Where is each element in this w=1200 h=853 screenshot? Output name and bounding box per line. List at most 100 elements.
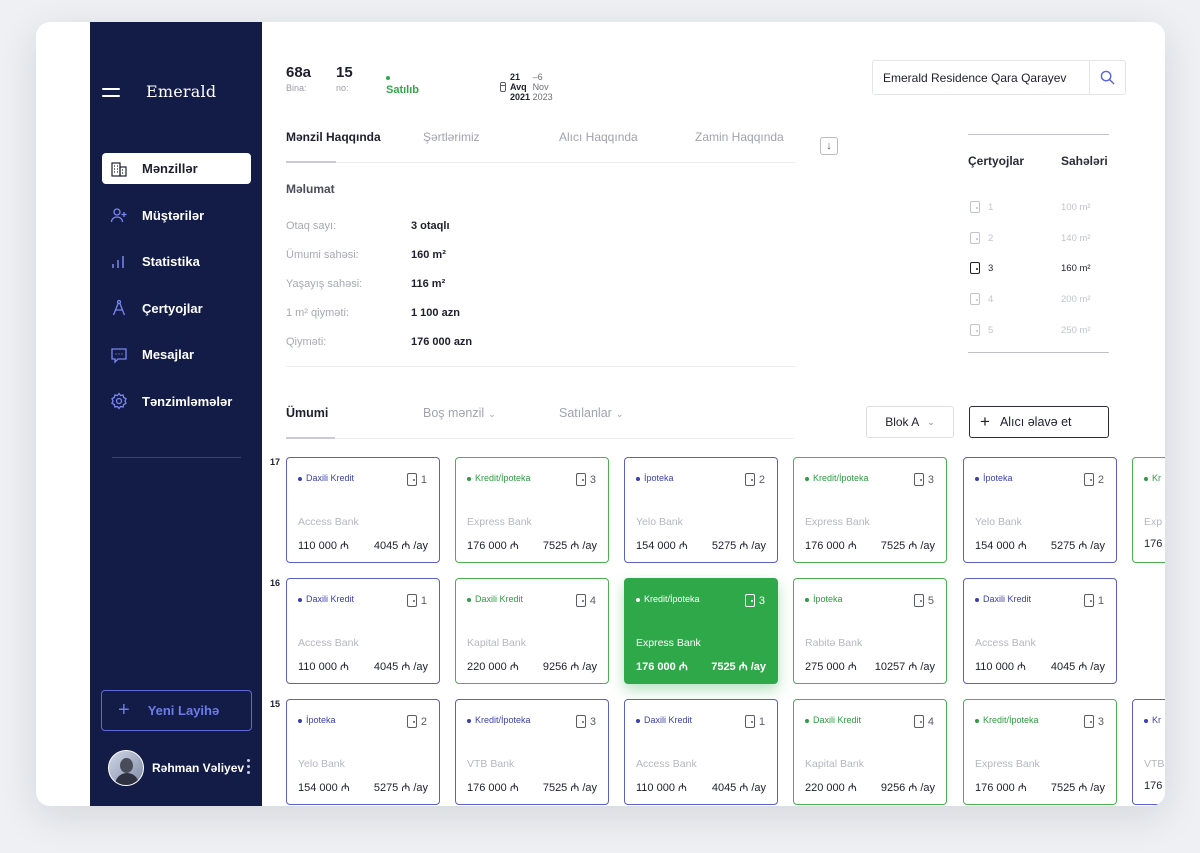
dot-icon [805,476,809,481]
filter-tab-empty[interactable]: Boş mənzil ⌄ [423,406,496,420]
new-project-button[interactable]: + Yeni Layihə [101,690,252,731]
bank-name: Express Bank [975,758,1040,770]
door-icon [406,715,417,728]
block-select[interactable]: Blok A ⌄ [866,406,954,438]
apartment-card[interactable]: İpoteka 2 Yelo Bank 154 000 ₼ 5275 ₼ /ay [624,457,778,563]
monthly-payment: 4045 ₼ /ay [711,782,766,794]
download-icon[interactable]: ↓ [820,137,838,155]
apartment-card[interactable]: Daxili Kredit 1 Access Bank 110 000 ₼ 4045 ₼… [963,578,1117,684]
price: 176 [1144,780,1163,792]
search-button[interactable] [1089,60,1125,95]
price: 110 000 ₼ [975,661,1026,673]
sidebar-item-drawings[interactable]: Çertyojlar [102,293,251,324]
room-count: 2 [406,715,427,728]
dot-icon [467,718,471,723]
info-divider [286,366,796,367]
room-count: 1 [1083,594,1104,607]
search-box[interactable]: Emerald Residence Qara Qarayev [872,60,1126,95]
avatar [108,750,144,786]
price: 110 000 ₼ [298,540,349,552]
price: 176 000 ₼ [467,540,519,552]
sidebar-item-apartments[interactable]: Mənzillər [102,153,251,184]
apartment-card[interactable]: Kredit/İpoteka 3 Express Bank 176 000 ₼ 7525… [963,699,1117,805]
info-row: Qiyməti: 176 000 azn [286,336,473,348]
tab-terms[interactable]: Şərtlərimiz [423,130,480,144]
floor-label: 15 [270,699,281,709]
bank-name: Kapital Bank [805,758,864,770]
price: 110 000 ₼ [636,782,687,794]
bank-name: Yelo Bank [636,516,683,528]
bank-name: VTB Bank [467,758,515,770]
loan-type: Kredit/İpoteka [805,473,869,483]
dot-icon [636,476,640,481]
menu-icon[interactable] [102,88,120,98]
tab-buyer-info[interactable]: Alıcı Haqqında [559,130,638,144]
apartment-number: 15 [336,64,353,81]
sidebar-item-customers[interactable]: Müştərilər [102,200,251,231]
door-icon [913,594,924,607]
user-profile[interactable]: Rəhman Vəliyev [108,749,258,787]
door-icon [744,473,755,486]
filter-tabs: Ümumi Boş mənzil ⌄ Satılanlar ⌄ [286,406,794,439]
bank-name: Exp [1144,516,1163,528]
sidebar-item-label: Tənzimləmələr [142,393,233,409]
loan-type: Daxili Kredit [298,473,354,483]
apartment-card[interactable]: Daxili Kredit 4 Kapital Bank 220 000 ₼ 9256 … [793,699,947,805]
apartment-card[interactable]: Daxili Kredit 1 Access Bank 110 000 ₼ 4045 ₼… [624,699,778,805]
tab-apartment-info[interactable]: Mənzil Haqqında [286,130,381,144]
monthly-payment: 4045 ₼ /ay [1050,661,1105,673]
door-icon [1083,473,1094,486]
apartment-card[interactable]: Kr Exp 176 [1132,457,1165,563]
dot-icon [1144,476,1148,481]
price: 220 000 ₼ [467,661,519,673]
apartment-card[interactable]: Kredit/İpoteka 3 Express Bank 176 000 ₼ 7525… [455,457,609,563]
apartment-card[interactable]: İpoteka 2 Yelo Bank 154 000 ₼ 5275 ₼ /ay [963,457,1117,563]
apartment-card[interactable]: Daxili Kredit 4 Kapital Bank 220 000 ₼ 9256 … [455,578,609,684]
apartment-card[interactable]: Daxili Kredit 1 Access Bank 110 000 ₼ 4045 ₼… [286,578,440,684]
bank-name: VTB [1144,758,1165,770]
door-icon [575,594,586,607]
info-row: Otaq sayı: 3 otaqlı [286,220,450,232]
apartment-card[interactable]: İpoteka 5 Rabitə Bank 275 000 ₼ 10257 ₼ /ay [793,578,947,684]
more-vertical-icon[interactable] [247,759,250,777]
door-icon [744,594,755,607]
dot-icon [467,476,471,481]
plan-row[interactable]: 1 100 m² [970,201,1110,215]
plan-row-selected[interactable]: 3 160 m² [970,262,1110,276]
filter-tab-sold[interactable]: Satılanlar ⌄ [559,406,623,420]
bank-name: Express Bank [636,637,701,649]
filter-tab-all[interactable]: Ümumi [286,406,328,420]
plan-row[interactable]: 2 140 m² [970,232,1110,246]
apartment-card[interactable]: Kr VTB 176 [1132,699,1165,805]
monthly-payment: 5275 ₼ /ay [1050,540,1105,552]
apartment-card[interactable]: İpoteka 2 Yelo Bank 154 000 ₼ 5275 ₼ /ay [286,699,440,805]
calendar-icon [500,82,506,92]
loan-type: Daxili Kredit [298,594,354,604]
dot-icon [636,718,640,723]
apartment-card[interactable]: Kredit/İpoteka 3 Express Bank 176 000 ₼ 7525… [793,457,947,563]
sidebar-item-settings[interactable]: Tənzimləmələr [102,386,251,417]
room-count: 3 [744,594,765,607]
add-buyer-button[interactable]: + Alıcı əlavə et [969,406,1109,438]
building-label: Bina: [286,83,307,93]
sidebar-item-statistics[interactable]: Statistika [102,246,251,277]
sidebar-item-messages[interactable]: Mesajlar [102,339,251,370]
apartment-card-selected[interactable]: Kredit/İpoteka 3 Express Bank 176 000 ₼ 7525… [624,578,778,684]
loan-type: İpoteka [975,473,1013,483]
date-range: 21 Avq 2021 –6 Nov 2023 [500,72,555,102]
search-input[interactable]: Emerald Residence Qara Qarayev [873,71,1089,85]
bank-name: Access Bank [298,516,359,528]
apartment-card[interactable]: Daxili Kredit 1 Access Bank 110 000 ₼ 4045 ₼… [286,457,440,563]
info-list: Otaq sayı: 3 otaqlı Ümumi sahəsi: 160 m² Y… [286,220,796,365]
monthly-payment: 7525 ₼ /ay [711,661,766,673]
dot-icon [298,476,302,481]
room-count: 4 [575,594,596,607]
price: 110 000 ₼ [298,661,349,673]
tab-guarantor-info[interactable]: Zamin Haqqında [695,130,784,144]
sidebar-item-label: Çertyojlar [142,300,203,316]
sidebar-item-label: Mənzillər [142,161,198,176]
apartment-card[interactable]: Kredit/İpoteka 3 VTB Bank 176 000 ₼ 7525 ₼ /… [455,699,609,805]
plan-row[interactable]: 5 250 m² [970,324,1110,338]
plan-row[interactable]: 4 200 m² [970,293,1110,307]
building-stat: 68a Bina: [286,64,311,93]
